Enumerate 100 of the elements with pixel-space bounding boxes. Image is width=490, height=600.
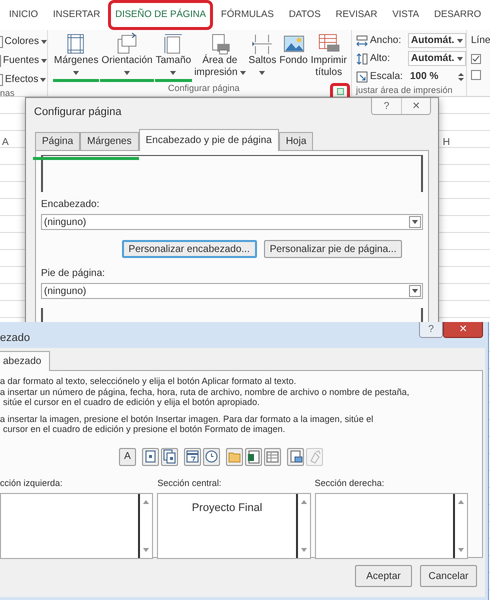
help-button[interactable]: ? [419, 322, 443, 338]
spin-field[interactable]: 100 % [408, 69, 466, 84]
caret-icon [73, 71, 80, 75]
group-label: justar área de impresión [356, 84, 454, 97]
column-header: A [2, 136, 9, 150]
section-label: cción izquierda: [0, 476, 64, 490]
ribbon-button[interactable]: Área de impresión [193, 32, 247, 82]
dialog-button[interactable]: Cancelar [420, 565, 477, 587]
ribbon-button[interactable]: Tamaño [154, 32, 192, 82]
caret-icon [124, 71, 130, 75]
scrollbar[interactable] [452, 494, 467, 558]
ribbon-button[interactable]: Saltos [248, 32, 278, 82]
caret-icon [412, 220, 418, 224]
dialog-tab[interactable]: Página [35, 132, 80, 150]
scroll-down-icon[interactable] [458, 548, 464, 552]
dialog-button[interactable]: Aceptar [355, 565, 412, 587]
field-label: Alto: [370, 52, 392, 66]
dialog-title: Configurar página [34, 105, 122, 120]
dialog-tab[interactable]: Hoja [278, 132, 314, 150]
group-label: Configurar página [168, 82, 240, 95]
section-label: Sección central: [157, 476, 222, 490]
ribbon-tab[interactable]: DISEÑO DE PÁGINA [108, 0, 214, 30]
date-icon [185, 449, 200, 464]
scroll-down-icon[interactable] [143, 548, 150, 552]
field-label: Pie de página: [41, 267, 106, 281]
spin-arrows-icon [458, 72, 464, 82]
instruction-text: cursor en el cuadro de edición y presione el botón Formato de imagen. [2, 425, 286, 434]
ribbon-tab[interactable]: DESARRO [427, 0, 488, 30]
header-select[interactable]: (ninguno) [41, 214, 423, 230]
ribbon-button[interactable]: Orientación [100, 32, 154, 82]
caret-icon [457, 56, 463, 60]
time-icon [204, 449, 219, 464]
scroll-up-icon[interactable] [458, 500, 464, 504]
scroll-up-icon[interactable] [143, 500, 150, 504]
scale-icon [356, 70, 368, 82]
toolbar-button[interactable] [264, 448, 281, 466]
theme-menu-button[interactable]: Efectos [0, 72, 47, 87]
caret-icon [41, 58, 48, 62]
scroll-down-icon[interactable] [300, 548, 307, 552]
section-label: Sección derecha: [314, 476, 386, 490]
close-button[interactable]: ✕ [401, 98, 430, 114]
checkbox[interactable] [471, 54, 481, 64]
caret-icon [40, 78, 46, 82]
dialog-title: ezado [0, 331, 30, 346]
ribbon-button[interactable]: Fondo [278, 32, 309, 82]
ribbon-tab[interactable]: REVISAR [328, 0, 384, 30]
ribbon-tab[interactable]: INICIO [2, 0, 46, 30]
field-label: Ancho: [370, 34, 402, 48]
ribbon-tab[interactable]: FÓRMULAS [214, 0, 281, 30]
caret-icon [457, 38, 463, 42]
ribbon-button[interactable]: Imprimir títulos [310, 32, 348, 82]
scroll-up-icon[interactable] [300, 500, 307, 504]
dropdown-field[interactable]: Automát. [408, 51, 466, 66]
ribbon-tab[interactable]: DATOS [282, 0, 328, 30]
instruction-text: a dar formato al texto, selecciónelo y elija el botón Aplicar formato al texto. [0, 377, 298, 386]
instruction-text: a insertar un número de página, fecha, hora, ruta de archivo, nombre de archivo o nombre de pestaña, [0, 388, 410, 397]
column-header: H [442, 136, 450, 150]
breaks-icon [250, 32, 274, 55]
file-name-icon [246, 449, 261, 464]
page-count-icon [162, 449, 177, 464]
caret-icon [259, 71, 266, 75]
dropdown-field[interactable]: Automát. [408, 33, 466, 48]
footer-select[interactable]: (ninguno) [41, 283, 423, 299]
field-label: Encabezado: [41, 198, 100, 212]
theme-menu-button[interactable]: Colores [0, 34, 47, 49]
caret-icon [240, 71, 246, 75]
ribbon-tab[interactable]: INSERTAR [46, 0, 108, 30]
toolbar-button[interactable] [203, 448, 220, 466]
picture-icon [288, 449, 303, 464]
caret-icon [412, 289, 418, 293]
toolbar-button[interactable] [161, 448, 178, 466]
height-arrows-icon [356, 52, 368, 64]
caret-icon [170, 71, 176, 75]
toolbar-button[interactable] [184, 448, 201, 466]
toolbar-button[interactable] [287, 448, 304, 466]
dialog-tab[interactable]: Márgenes [80, 132, 139, 150]
dialog-tab[interactable]: abezado [0, 351, 50, 371]
caret-icon [41, 40, 47, 44]
ribbon-button[interactable]: Márgenes [53, 32, 100, 82]
field-label: Escala: [370, 70, 404, 84]
page-number-icon [143, 449, 158, 464]
toolbar-button[interactable] [245, 448, 262, 466]
instruction-text: sitúe el cursor en el cuadro de edición y elija el botón apropiado. [2, 398, 261, 408]
customize-button[interactable]: Personalizar encabezado... [122, 240, 257, 258]
dialog-tab[interactable]: Encabezado y pie de página [138, 129, 279, 151]
checkbox[interactable] [471, 70, 481, 80]
help-button[interactable]: ? [372, 98, 401, 114]
customize-button[interactable]: Personalizar pie de página... [264, 240, 402, 258]
toolbar-button[interactable] [142, 448, 159, 466]
sheet-name-icon [265, 449, 280, 464]
group-label: nas [0, 87, 16, 100]
width-arrows-icon [356, 34, 368, 46]
scrollbar[interactable] [296, 494, 310, 558]
section-text-box[interactable]: Proyecto Final [157, 493, 311, 559]
close-button[interactable]: ✕ [443, 322, 483, 338]
instruction-text: a insertar la imagen, presione el botón Insertar imagen. Para dar formato a la imagen, sitúe el [0, 414, 374, 424]
toolbar-button[interactable] [226, 448, 243, 466]
ribbon-tab[interactable]: VISTA [385, 0, 426, 30]
toolbar-button[interactable]: A [119, 448, 136, 466]
theme-menu-button[interactable]: Fuentes [0, 53, 47, 68]
